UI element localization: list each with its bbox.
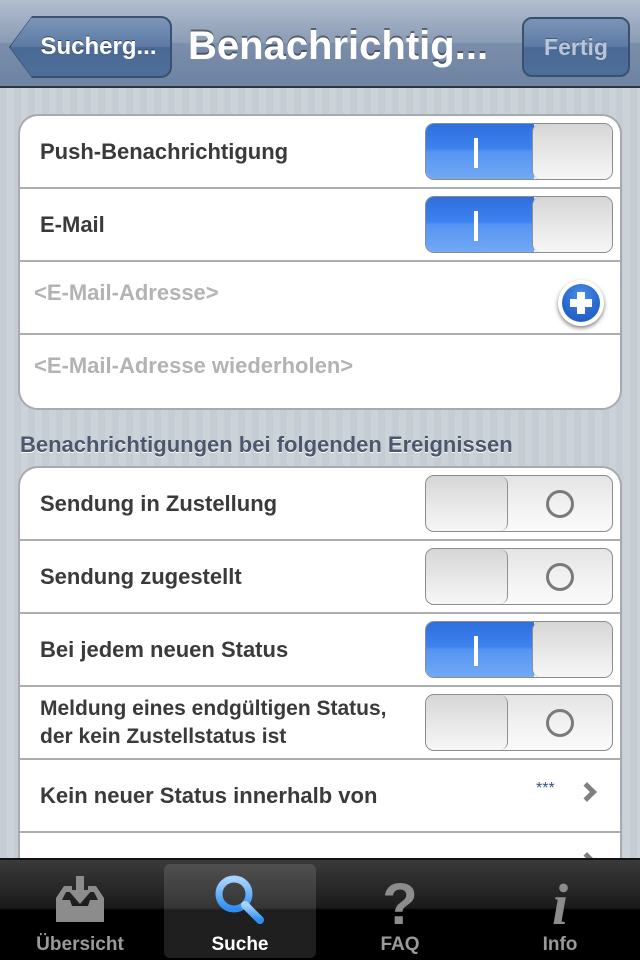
event-row: Bei jedem neuen Status — [20, 614, 620, 687]
question-icon: ? — [370, 870, 430, 930]
plus-icon — [562, 284, 600, 322]
toggle-knob[interactable] — [426, 695, 508, 750]
tab-search[interactable]: Suche — [164, 864, 316, 958]
toggle-on-icon — [474, 138, 478, 168]
event-label-line2: der kein Zustellstatus ist — [40, 724, 287, 748]
toggle-knob[interactable] — [426, 549, 508, 604]
tab-label: FAQ — [380, 934, 420, 955]
event-row: Sendung in Zustellung — [20, 468, 620, 541]
toggle-knob[interactable] — [532, 197, 612, 252]
event-label: Meldung eines endgültigen Status, der ke… — [40, 695, 387, 751]
event-row: Meldung eines endgültigen Status, der ke… — [20, 687, 620, 760]
svg-text:?: ? — [382, 872, 417, 928]
toggle-off-icon — [546, 709, 574, 737]
tab-label: Übersicht — [36, 934, 124, 955]
tab-overview[interactable]: Übersicht — [4, 864, 156, 958]
every-status-toggle[interactable] — [425, 621, 613, 678]
back-button-label: Sucherg... — [40, 33, 157, 60]
add-contact-button[interactable] — [558, 280, 604, 326]
svg-text:i: i — [552, 872, 568, 928]
email-address-row — [20, 262, 620, 335]
event-label: Sendung zugestellt — [40, 563, 242, 589]
email-toggle[interactable] — [425, 196, 613, 253]
events-section-header: Benachrichtigungen bei folgenden Ereigni… — [20, 432, 513, 457]
tab-label: Info — [542, 934, 578, 955]
in-delivery-toggle[interactable] — [425, 475, 613, 532]
email-repeat-input[interactable] — [34, 353, 534, 379]
done-button-label: Fertig — [544, 33, 608, 60]
event-label: Bei jedem neuen Status — [40, 636, 289, 662]
push-notification-label: Push-Benachrichtigung — [40, 138, 289, 164]
email-address-input[interactable] — [34, 280, 534, 306]
chevron-right-icon — [577, 782, 597, 802]
delivered-toggle[interactable] — [425, 548, 613, 605]
info-icon: i — [530, 870, 590, 930]
done-button[interactable]: Fertig — [522, 17, 630, 77]
tab-info[interactable]: i Info — [484, 864, 636, 958]
tab-bar: Übersicht Suche ? FAQ i Info — [0, 858, 640, 960]
no-status-value: *** — [536, 780, 555, 797]
notification-settings-group: Push-Benachrichtigung E-Mail — [18, 114, 622, 410]
event-row: Sendung zugestellt — [20, 541, 620, 614]
toggle-off-icon — [546, 563, 574, 591]
toggle-off-icon — [546, 490, 574, 518]
toggle-on-icon — [474, 636, 478, 666]
page-title: Benachrichtig... — [188, 24, 489, 68]
email-repeat-row — [20, 335, 620, 408]
event-label-line1: Meldung eines endgültigen Status, — [40, 696, 387, 720]
toggle-on-icon — [474, 211, 478, 241]
push-notification-toggle[interactable] — [425, 123, 613, 180]
final-status-toggle[interactable] — [425, 694, 613, 751]
no-status-row[interactable]: Kein neuer Status innerhalb von *** — [20, 760, 620, 833]
push-notification-row: Push-Benachrichtigung — [20, 116, 620, 189]
toggle-knob[interactable] — [426, 476, 508, 531]
events-group: Sendung in Zustellung Sendung zugestellt… — [18, 466, 622, 886]
navigation-bar: Sucherg... Benachrichtig... Fertig — [0, 0, 640, 88]
inbox-download-icon — [50, 870, 110, 930]
email-row: E-Mail — [20, 189, 620, 262]
tab-label: Suche — [211, 934, 269, 955]
toggle-track — [426, 622, 534, 677]
toggle-track — [426, 197, 534, 252]
toggle-knob[interactable] — [532, 622, 612, 677]
email-label: E-Mail — [40, 211, 105, 237]
event-label: Sendung in Zustellung — [40, 490, 278, 516]
tab-faq[interactable]: ? FAQ — [324, 864, 476, 958]
toggle-track — [426, 124, 534, 179]
no-status-label: Kein neuer Status innerhalb von — [40, 782, 378, 808]
search-icon — [210, 870, 270, 930]
back-button[interactable]: Sucherg... — [10, 17, 171, 77]
toggle-knob[interactable] — [532, 124, 612, 179]
